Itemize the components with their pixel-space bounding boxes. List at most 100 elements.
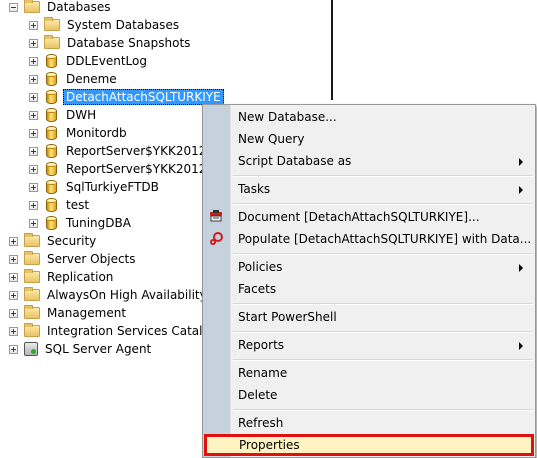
tree-node-label: Replication xyxy=(47,270,114,284)
folder-icon xyxy=(24,287,40,301)
tree-node-label: Server Objects xyxy=(47,252,136,266)
expand-icon[interactable] xyxy=(9,290,18,300)
tree-node-system-databases[interactable]: System Databases xyxy=(29,16,182,34)
database-icon xyxy=(46,90,57,104)
menu-item-label: Tasks xyxy=(238,182,271,196)
tree-node-label: System Databases xyxy=(67,18,180,32)
expand-icon[interactable] xyxy=(9,326,18,336)
database-icon xyxy=(46,126,57,140)
tree-node-label: SQL Server Agent xyxy=(45,342,152,356)
tree-node-label: Database Snapshots xyxy=(67,36,191,50)
tree-node-security[interactable]: Security xyxy=(9,232,99,250)
tree-node-database[interactable]: TuningDBA xyxy=(29,214,134,232)
tree-node-label: DWH xyxy=(66,108,97,122)
menu-item-label: Document [DetachAttachSQLTURKIYE]... xyxy=(238,210,480,224)
menu-item-label: Delete xyxy=(238,388,278,402)
menu-item-label: New Database... xyxy=(238,110,337,124)
menu-item-populate[interactable]: Populate [DetachAttachSQLTURKIYE] with D… xyxy=(203,228,535,250)
expand-icon[interactable] xyxy=(29,56,38,66)
tree-node-database[interactable]: DWH xyxy=(29,106,99,124)
tree-node-label: SqlTurkiyeFTDB xyxy=(66,180,159,194)
database-icon xyxy=(46,72,57,86)
folder-icon xyxy=(24,0,40,13)
expand-icon[interactable] xyxy=(29,74,38,84)
expand-icon[interactable] xyxy=(29,92,38,102)
menu-item-document[interactable]: Document [DetachAttachSQLTURKIYE]... xyxy=(203,206,535,228)
submenu-arrow-icon xyxy=(519,264,523,272)
tree-node-databases[interactable]: Databases xyxy=(9,0,114,16)
expand-icon[interactable] xyxy=(29,218,38,228)
expand-icon[interactable] xyxy=(29,110,38,120)
menu-item-label: Rename xyxy=(238,366,288,380)
database-icon xyxy=(46,162,57,176)
expand-icon[interactable] xyxy=(9,254,18,264)
tree-node-label: ReportServer$YKK2012 xyxy=(66,144,207,158)
tree-node-label: test xyxy=(66,198,90,212)
tree-node-database[interactable]: Deneme xyxy=(29,70,120,88)
tree-node-integration-services[interactable]: Integration Services Catalogs xyxy=(9,322,227,340)
expand-icon[interactable] xyxy=(9,344,18,354)
folder-icon xyxy=(44,17,60,31)
menu-item-label: Populate [DetachAttachSQLTURKIYE] with D… xyxy=(238,232,532,246)
tree-node-database-selected[interactable]: DetachAttachSQLTURKIYE xyxy=(29,88,224,106)
menu-item-refresh[interactable]: Refresh xyxy=(203,412,535,434)
tree-node-alwayson[interactable]: AlwaysOn High Availability xyxy=(9,286,210,304)
menu-separator xyxy=(233,331,533,333)
menu-item-facets[interactable]: Facets xyxy=(203,278,535,300)
menu-item-policies[interactable]: Policies xyxy=(203,256,535,278)
expand-icon[interactable] xyxy=(9,236,18,246)
expand-icon[interactable] xyxy=(29,164,38,174)
tree-node-server-objects[interactable]: Server Objects xyxy=(9,250,139,268)
tree-node-label: DetachAttachSQLTURKIYE xyxy=(63,89,224,105)
menu-item-label: Reports xyxy=(238,338,285,352)
menu-item-new-query[interactable]: New Query xyxy=(203,128,535,150)
menu-item-start-powershell[interactable]: Start PowerShell xyxy=(203,306,535,328)
tree-node-database-snapshots[interactable]: Database Snapshots xyxy=(29,34,193,52)
tree-node-management[interactable]: Management xyxy=(9,304,129,322)
folder-icon xyxy=(24,305,40,319)
context-menu: New Database... New Query Script Databas… xyxy=(202,104,536,458)
folder-icon xyxy=(24,233,40,247)
expand-icon[interactable] xyxy=(29,20,38,30)
expand-icon[interactable] xyxy=(9,272,18,282)
database-icon xyxy=(46,108,57,122)
tree-node-label: TuningDBA xyxy=(66,216,131,230)
database-icon xyxy=(46,216,57,230)
expand-icon[interactable] xyxy=(29,182,38,192)
tree-node-label: Integration Services Catalogs xyxy=(47,324,224,338)
menu-item-tasks[interactable]: Tasks xyxy=(203,178,535,200)
menu-item-delete[interactable]: Delete xyxy=(203,384,535,406)
menu-item-new-database[interactable]: New Database... xyxy=(203,106,535,128)
expand-icon[interactable] xyxy=(29,146,38,156)
tree-node-database[interactable]: ReportServer$YKK2012 xyxy=(29,142,209,160)
expand-icon[interactable] xyxy=(29,38,38,48)
collapse-icon[interactable] xyxy=(9,2,18,12)
tree-node-database[interactable]: SqlTurkiyeFTDB xyxy=(29,178,162,196)
tree-node-database[interactable]: ReportServer$YKK2012Ten xyxy=(29,160,230,178)
menu-item-label: Properties xyxy=(239,438,300,452)
menu-item-reports[interactable]: Reports xyxy=(203,334,535,356)
tree-node-label: Monitordb xyxy=(66,126,127,140)
tree-node-database[interactable]: DDLEventLog xyxy=(29,52,150,70)
database-icon xyxy=(46,54,57,68)
menu-item-properties[interactable]: Properties xyxy=(204,434,534,456)
menu-item-label: Refresh xyxy=(238,416,284,430)
expand-icon[interactable] xyxy=(29,200,38,210)
sql-agent-icon xyxy=(24,342,38,356)
database-icon xyxy=(46,198,57,212)
tree-node-database[interactable]: Monitordb xyxy=(29,124,130,142)
tree-node-database[interactable]: test xyxy=(29,196,92,214)
menu-item-rename[interactable]: Rename xyxy=(203,362,535,384)
expand-icon[interactable] xyxy=(29,128,38,138)
menu-separator xyxy=(233,203,533,205)
menu-item-script-database-as[interactable]: Script Database as xyxy=(203,150,535,172)
folder-icon xyxy=(24,269,40,283)
tree-node-sql-server-agent[interactable]: SQL Server Agent xyxy=(9,340,154,358)
menu-separator xyxy=(233,253,533,255)
tree-node-replication[interactable]: Replication xyxy=(9,268,116,286)
tree-node-label: Deneme xyxy=(66,72,117,86)
folder-icon xyxy=(24,323,40,337)
expand-icon[interactable] xyxy=(9,308,18,318)
database-icon xyxy=(46,144,57,158)
tree-node-label: AlwaysOn High Availability xyxy=(47,288,207,302)
